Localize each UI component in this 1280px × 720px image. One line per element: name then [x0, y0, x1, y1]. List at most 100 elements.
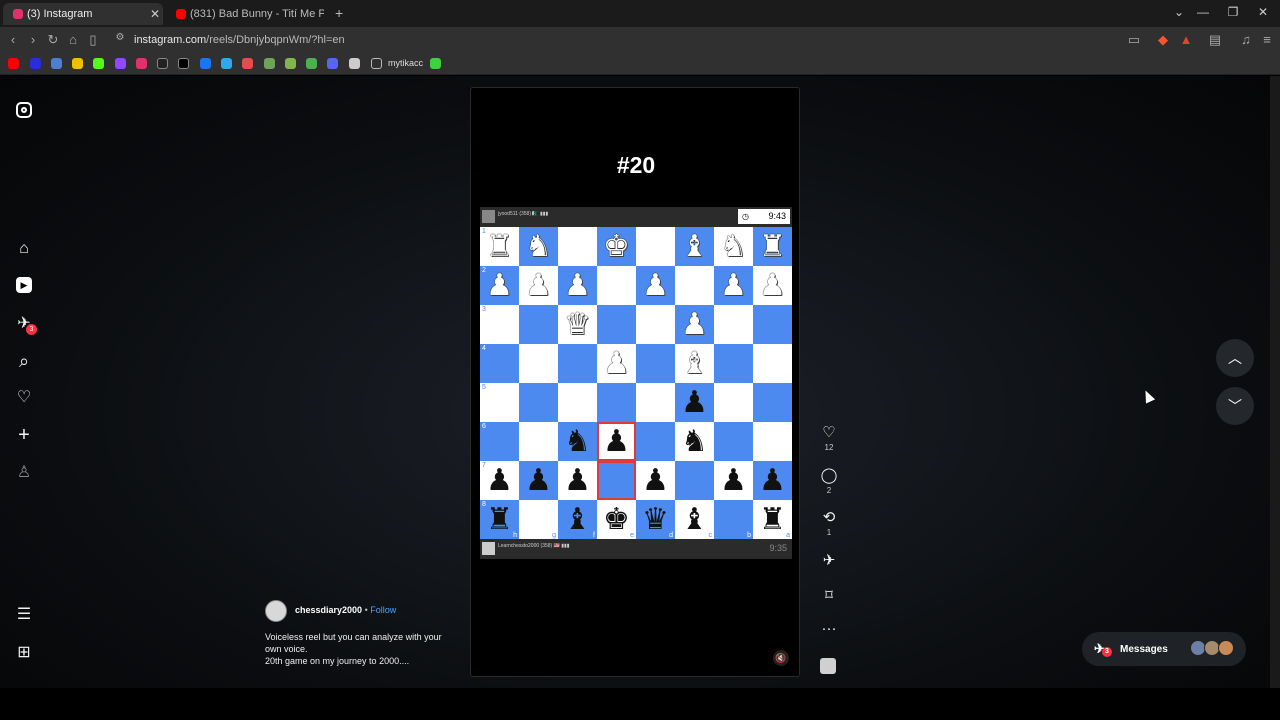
rank-label: 6: [482, 423, 486, 430]
board-square: 7 ♟: [480, 461, 519, 500]
comment-button[interactable]: ◯ 2: [818, 468, 840, 496]
repost-button[interactable]: ⟲ 1: [818, 510, 840, 538]
brave-rewards-icon[interactable]: ▲: [1178, 32, 1194, 47]
audio-muted-icon[interactable]: 🔇: [773, 650, 789, 666]
telegram-bookmark-icon[interactable]: [221, 58, 232, 69]
board-square: ♟: [558, 461, 597, 500]
board-square: ♟: [714, 266, 753, 305]
minimize-button[interactable]: —: [1193, 5, 1213, 19]
tab-instagram[interactable]: (3) Instagram ✕: [3, 3, 163, 25]
author-username[interactable]: chessdiary2000: [295, 605, 362, 615]
create-plus-icon[interactable]: +: [15, 425, 33, 445]
brave-shield-icon[interactable]: ◆: [1155, 32, 1171, 48]
x-bookmark-icon[interactable]: [178, 58, 189, 69]
reload-icon[interactable]: ↻: [45, 32, 61, 48]
chess-bookmark-icon[interactable]: [285, 58, 296, 69]
black-knight-icon: ♞: [564, 424, 591, 459]
profile-avatar-icon[interactable]: ♙: [15, 464, 33, 482]
notifications-heart-icon[interactable]: ♡: [15, 389, 33, 407]
tab-search-icon[interactable]: ⌄: [1169, 5, 1189, 19]
board-square: [753, 344, 792, 383]
youtube-bookmark-icon[interactable]: [8, 58, 19, 69]
bookmark-folder-label[interactable]: mytikacc: [388, 58, 423, 68]
media-icon[interactable]: ♫: [1238, 32, 1254, 47]
more-menu-icon[interactable]: ☰: [15, 606, 33, 624]
conversation-avatar: [1218, 640, 1234, 656]
follow-button[interactable]: Follow: [370, 605, 396, 615]
reel-video[interactable]: #20 jyood511 (358) 🇵🇰 ▮▮▮ ◷ 9:43 1 ♜ ♞ ♚ ♝ ♞ ♜…: [470, 87, 800, 677]
instagram-bookmark-icon[interactable]: [136, 58, 147, 69]
home-icon[interactable]: ⌂: [65, 32, 81, 47]
discord-bookmark-icon[interactable]: [327, 58, 338, 69]
tiktok-bookmark-icon[interactable]: [157, 58, 168, 69]
search-icon[interactable]: ⌕: [15, 352, 33, 370]
white-king-icon: ♚: [603, 229, 630, 264]
folder-icon[interactable]: [371, 58, 382, 69]
page-scrollbar[interactable]: [1270, 76, 1280, 688]
board-square: ♚: [597, 227, 636, 266]
more-options-button[interactable]: ···: [818, 621, 840, 637]
close-window-button[interactable]: ✕: [1253, 5, 1273, 19]
board-square: ♟: [597, 422, 636, 461]
messages-label: Messages: [1120, 643, 1168, 655]
instagram-logo-icon[interactable]: [16, 102, 32, 118]
bookmark-page-icon[interactable]: ▯: [85, 32, 101, 48]
bookmark-icon[interactable]: [264, 58, 275, 69]
url-field[interactable]: instagram.com/reels/DbnjybqpnWm/?hl=en: [134, 34, 345, 46]
bookmark-icon[interactable]: [30, 58, 41, 69]
forward-icon[interactable]: ›: [25, 32, 41, 47]
messages-icon: ✈ 3: [1094, 641, 1112, 657]
board-square: [636, 305, 675, 344]
top-player-name: jyood511 (358) 🇵🇰 ▮▮▮: [498, 211, 549, 217]
twitch-bookmark-icon[interactable]: [115, 58, 126, 69]
messages-button[interactable]: ✈ 3 Messages: [1082, 632, 1246, 666]
previous-reel-button[interactable]: ︿: [1216, 339, 1254, 377]
site-settings-icon[interactable]: ⚙: [112, 32, 128, 43]
file-label: c: [708, 532, 713, 539]
bookmarks-bar: mytikacc: [0, 53, 1280, 75]
home-icon[interactable]: ⌂: [15, 240, 33, 258]
bookmark-icon[interactable]: [72, 58, 83, 69]
white-pawn-icon: ♟: [564, 268, 591, 303]
audio-avatar[interactable]: [820, 658, 836, 674]
bookmark-icon[interactable]: [430, 58, 441, 69]
board-square: ♞: [558, 422, 597, 461]
bookmark-icon[interactable]: [306, 58, 317, 69]
url-path: /reels/DbnjybqpnWm/?hl=en: [206, 34, 345, 46]
board-square: [519, 305, 558, 344]
clock-icon: ◷: [742, 212, 749, 221]
more-icon: ···: [821, 620, 837, 637]
back-icon[interactable]: ‹: [5, 32, 21, 47]
author-avatar[interactable]: [265, 600, 287, 622]
bookmark-icon[interactable]: [51, 58, 62, 69]
board-square: [636, 344, 675, 383]
chess-board: 1 ♜ ♞ ♚ ♝ ♞ ♜ 2 ♟ ♟ ♟ ♟ ♟ ♟ 3 ♛ ♟ 4 ♟ ♝ 5 ♟ 6 ♞ ♟ ♞ 7 ♟ ♟ ♟ ♟ ♟ ♟ 8 h ♜ g f ♝ e…: [480, 227, 792, 539]
facebook-bookmark-icon[interactable]: [200, 58, 211, 69]
white-pawn-icon: ♟: [525, 268, 552, 303]
new-tab-button[interactable]: +: [335, 5, 343, 21]
bookmark-icon[interactable]: [242, 58, 253, 69]
reels-icon[interactable]: ▶: [16, 277, 32, 293]
save-button[interactable]: ⌑: [818, 588, 840, 604]
tab-youtube[interactable]: (831) Bad Bunny - Tití Me Preguntó: [166, 3, 324, 25]
board-square: ♞: [675, 422, 714, 461]
author-line: chessdiary2000 • Follow: [295, 605, 396, 615]
menu-icon[interactable]: ≡: [1259, 32, 1275, 47]
restore-button[interactable]: ❐: [1223, 5, 1243, 19]
close-tab-icon[interactable]: ✕: [147, 7, 163, 21]
board-square: ♞: [714, 227, 753, 266]
globe-bookmark-icon[interactable]: [349, 58, 360, 69]
board-square: [675, 461, 714, 500]
next-reel-button[interactable]: ﹀: [1216, 387, 1254, 425]
white-pawn-icon: ♟: [603, 346, 630, 381]
youtube-favicon-icon: [176, 9, 186, 19]
share-button[interactable]: ✈: [818, 553, 840, 569]
board-square: [519, 344, 558, 383]
cast-icon[interactable]: ▭: [1126, 32, 1142, 48]
like-button[interactable]: ♡ 12: [818, 425, 840, 453]
sidebar-toggle-icon[interactable]: ▤: [1207, 32, 1223, 48]
board-square: e ♚: [597, 500, 636, 539]
kick-bookmark-icon[interactable]: [93, 58, 104, 69]
messages-badge: 3: [26, 324, 37, 335]
also-from-meta-icon[interactable]: ⊞: [15, 644, 33, 662]
